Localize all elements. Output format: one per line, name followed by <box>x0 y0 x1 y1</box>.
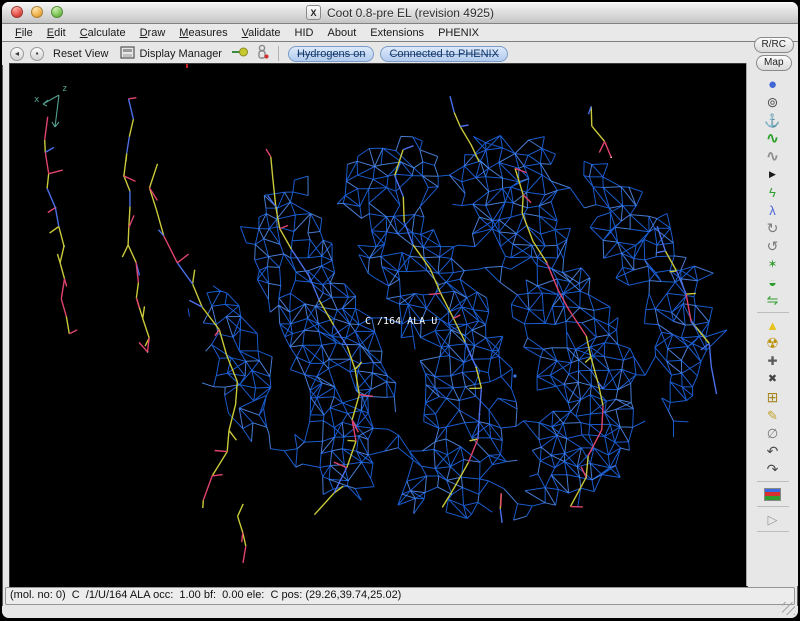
display-manager-label: Display Manager <box>139 48 222 60</box>
display-manager-button[interactable]: Display Manager <box>117 44 225 64</box>
run-refmac-icon <box>764 488 781 501</box>
menu-file[interactable]: File <box>8 27 40 39</box>
menu-edit[interactable]: Edit <box>40 27 73 39</box>
menu-validate[interactable]: Validate <box>235 27 288 39</box>
icon-separator <box>757 481 789 482</box>
title-bar[interactable]: X Coot 0.8-pre EL (revision 4925) <box>2 2 798 24</box>
axis-x-label: x <box>34 95 39 105</box>
close-button[interactable] <box>11 6 23 18</box>
icon-separator <box>757 312 789 313</box>
flip-peptide-icon[interactable]: ⇋ <box>767 291 779 309</box>
icon-separator <box>757 506 789 507</box>
real-space-refine-icon[interactable]: ∿ <box>766 129 779 147</box>
sphere-icon[interactable]: ● <box>768 75 777 93</box>
icon-separator <box>757 531 789 532</box>
undo-icon[interactable]: ↶ <box>767 442 779 460</box>
rigid-body-fit-icon[interactable]: ▶ <box>769 165 776 183</box>
display-manager-icon <box>120 46 135 62</box>
atom-label: C /164 ALA U <box>365 316 437 327</box>
zoom-button[interactable] <box>51 6 63 18</box>
go-to-atom-icon[interactable] <box>231 45 249 63</box>
right-toolbar-panel: R/RC Map ●⊚⚓∿∿▶ϟλ↻↺✶◒⇋▲☢✚✖⊞✎∅↶↷▷ <box>746 63 798 586</box>
accept-reject-icon[interactable]: ▷ <box>768 510 778 528</box>
menu-calculate[interactable]: Calculate <box>73 27 133 39</box>
add-terminal-residue-icon[interactable]: ✚ <box>767 352 777 370</box>
back-icon: ◂ <box>15 49 19 58</box>
simple-mutate-icon[interactable]: ☢ <box>766 334 779 352</box>
menu-phenix[interactable]: PHENIX <box>431 27 486 39</box>
anchor-icon[interactable]: ⚓ <box>764 111 780 129</box>
toolbar-separator <box>278 46 279 61</box>
torsion-general-icon[interactable]: ✶ <box>767 255 777 273</box>
menu-extensions[interactable]: Extensions <box>363 27 431 39</box>
menu-measures[interactable]: Measures <box>172 27 234 39</box>
toolbar: ◂ ▪ Reset View Display Manager Hydrogens… <box>2 42 798 65</box>
hydrogens-toggle[interactable]: Hydrogens on <box>288 46 375 62</box>
rotamer-icon[interactable]: ↻ <box>767 219 779 237</box>
x11-icon: X <box>306 5 321 20</box>
stop-icon: ▪ <box>36 49 39 58</box>
rotate-translate-icon[interactable]: ϟ <box>769 183 776 201</box>
right-icon-column: ●⊚⚓∿∿▶ϟλ↻↺✶◒⇋▲☢✚✖⊞✎∅↶↷▷ <box>747 75 798 535</box>
run-refmac-icon[interactable] <box>764 485 781 503</box>
menu-hid[interactable]: HID <box>288 27 321 39</box>
recentre-view-icon[interactable]: ⊚ <box>767 93 779 111</box>
status-text: (mol. no: 0) C /1/U/164 ALA occ: 1.00 bf… <box>5 587 795 605</box>
flip-sidechain-icon[interactable]: ◒ <box>768 273 776 291</box>
mutate-icon[interactable]: ▲ <box>766 316 779 334</box>
delete-item-icon[interactable]: ∅ <box>767 424 778 442</box>
reset-view-button[interactable]: Reset View <box>50 46 111 62</box>
menu-bar: FileEditCalculateDrawMeasuresValidateHID… <box>2 24 798 42</box>
place-atom-icon[interactable]: ⊞ <box>767 388 779 406</box>
redo-icon[interactable]: ↷ <box>767 460 779 478</box>
minimize-button[interactable] <box>31 6 43 18</box>
axis-z-label: z <box>62 84 67 94</box>
edit-chi-angles-icon[interactable]: ↺ <box>767 237 779 255</box>
status-bar: (mol. no: 0) C /1/U/164 ALA occ: 1.00 bf… <box>2 586 798 606</box>
window-controls <box>11 6 63 18</box>
auto-fit-rotamer-icon[interactable]: λ <box>769 201 776 219</box>
round-back-button[interactable]: ◂ <box>10 47 24 61</box>
round-stop-button[interactable]: ▪ <box>30 47 44 61</box>
bottom-strip <box>2 606 798 618</box>
r-rc-button[interactable]: R/RC <box>754 37 794 53</box>
regularize-icon[interactable]: ∿ <box>766 147 779 165</box>
coot-window: X Coot 0.8-pre EL (revision 4925) FileEd… <box>2 2 798 618</box>
map-button[interactable]: Map <box>756 55 791 71</box>
phenix-connection-button[interactable]: Connected to PHENIX <box>380 46 507 62</box>
ligand-builder-icon[interactable] <box>255 44 269 64</box>
reset-view-label: Reset View <box>53 48 108 60</box>
add-alt-conf-icon[interactable]: ✖ <box>768 370 777 388</box>
menu-draw[interactable]: Draw <box>133 27 173 39</box>
window-title: Coot 0.8-pre EL (revision 4925) <box>327 6 494 20</box>
clear-picks-icon[interactable]: ✎ <box>767 406 778 424</box>
menu-about[interactable]: About <box>321 27 364 39</box>
resize-grip[interactable] <box>782 602 795 615</box>
gl-canvas[interactable]: x z C /164 ALA U <box>9 63 748 588</box>
